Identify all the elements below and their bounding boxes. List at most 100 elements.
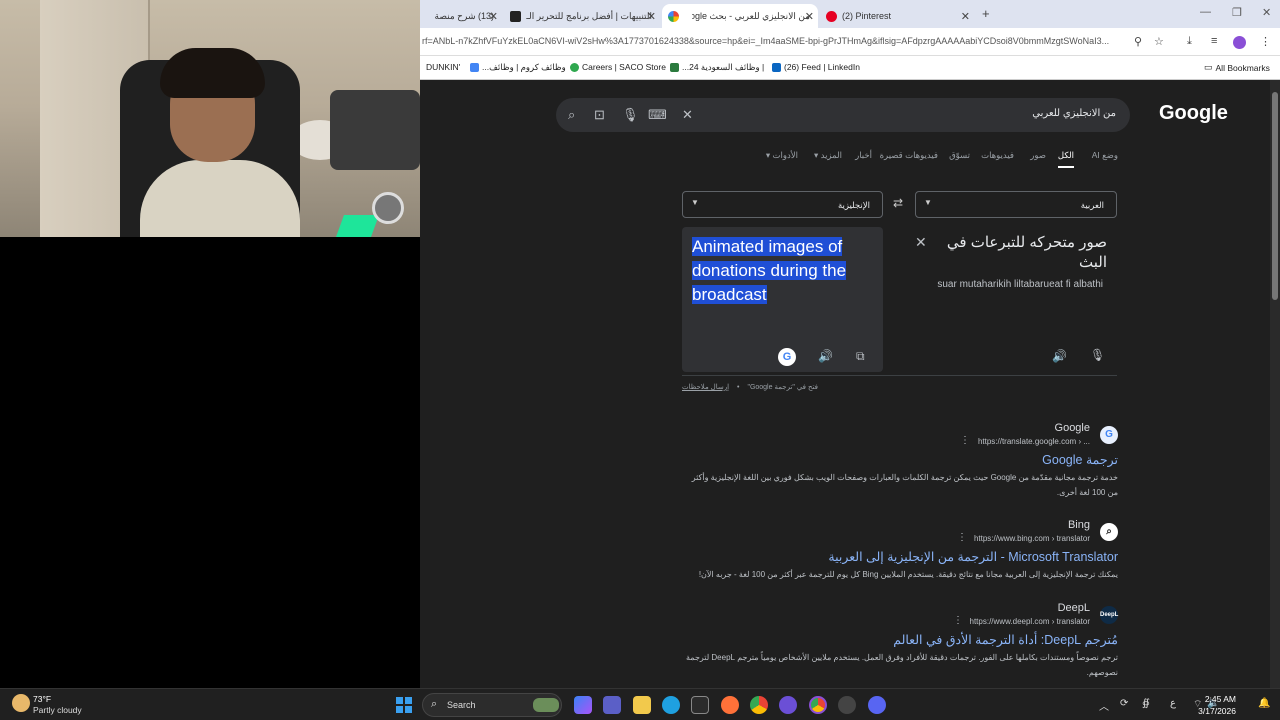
profile-avatar-icon[interactable] [1233, 36, 1246, 49]
new-tab-icon[interactable]: + [982, 6, 990, 21]
bookmark-dunkin[interactable]: DUNKIN' [426, 62, 460, 72]
menu-kebab-icon[interactable]: ⋮ [1260, 35, 1271, 48]
clock-date[interactable]: 3/17/2026 [1198, 706, 1236, 716]
tab-2-label: التنبيهات | أفضل برنامج للتحرير الـ [526, 10, 652, 21]
bookmark-linkedin[interactable]: (26) Feed | LinkedIn [772, 62, 860, 72]
search-highlight-icon [533, 698, 559, 712]
result-title-link[interactable]: Microsoft Translator - الترجمة من الإنجل… [828, 549, 1118, 564]
listen-translation-icon[interactable]: 🔊 [818, 349, 833, 363]
window-close-icon[interactable]: ✕ [1262, 6, 1271, 19]
notification-bell-icon[interactable]: 🔔 [1258, 698, 1270, 709]
all-bookmarks[interactable]: ▭ All Bookmarks [1204, 62, 1270, 73]
location-icon[interactable]: ⚲ [1134, 35, 1142, 48]
tab-2[interactable]: التنبيهات | أفضل برنامج للتحرير الـ ✕ [504, 4, 660, 28]
close-icon[interactable]: ✕ [489, 10, 498, 23]
clock-time[interactable]: 2:45 AM [1205, 694, 1236, 704]
source-language-select[interactable]: ▼ العربية [915, 191, 1117, 218]
target-language-select[interactable]: ▼ الإنجليزية [682, 191, 883, 218]
windows-start-icon[interactable] [396, 697, 412, 713]
google-favicon-icon [668, 10, 679, 22]
taskbar-search[interactable]: ⌕ Search [422, 693, 562, 717]
result-url[interactable]: https://www.deepl.com › translator [970, 617, 1091, 626]
more-options-icon[interactable]: ⋮ [957, 532, 967, 543]
open-in-translate-link[interactable]: فتح في "ترجمة Google" [747, 384, 818, 391]
bookmark-chrome-jobs[interactable]: ...وظائف كروم | وظائف [470, 62, 566, 73]
obs-icon[interactable] [779, 696, 797, 714]
more-options-icon[interactable]: ⋮ [960, 435, 970, 446]
result-url[interactable]: https://www.bing.com › translator [974, 534, 1090, 543]
close-icon[interactable]: ✕ [647, 10, 656, 23]
tray-app-icon[interactable]: ∯ [1142, 698, 1150, 709]
swap-languages-icon[interactable]: ⇄ [893, 196, 903, 210]
search-filter-tabs: وضع AI الكل صور فيديوهات تسوّق فيديوهات … [756, 150, 1118, 168]
teams-icon[interactable] [603, 696, 621, 714]
tab-tools[interactable]: الأدوات ▾ [766, 150, 798, 161]
google-g-icon[interactable]: G [778, 348, 796, 366]
download-icon[interactable]: ⤓ [1187, 35, 1192, 48]
windows-taskbar: 73°F Partly cloudy ⌕ Search ︿ ⟳ ∯ ع ⌔ 🔈 … [0, 688, 1280, 720]
listen-source-icon[interactable]: 🔊 [1052, 349, 1067, 363]
tab-4-label: (2) Pinterest [842, 11, 892, 21]
copilot-icon[interactable] [574, 696, 592, 714]
translated-text[interactable]: Animated images of donations during the … [692, 235, 872, 307]
search-input[interactable]: من الانجليزي للعربي [1032, 108, 1116, 119]
result-title-link[interactable]: مُترجم DeepL: أداة الترجمة الأدق في العا… [893, 632, 1118, 647]
clear-search-icon[interactable]: ✕ [682, 107, 693, 123]
tab-news[interactable]: أخبار [855, 150, 872, 161]
webcam-person-body [140, 160, 300, 237]
lens-icon[interactable]: ⊡ [594, 107, 605, 123]
result-site-name[interactable]: Bing [1068, 519, 1090, 531]
clear-source-icon[interactable]: ✕ [915, 234, 927, 251]
chrome-icon[interactable] [750, 696, 768, 714]
result-title-link[interactable]: ترجمة Google [1042, 452, 1118, 467]
tab-shopping[interactable]: تسوّق [949, 150, 970, 161]
scrollbar-thumb[interactable] [1272, 92, 1278, 300]
tab-all[interactable]: الكل [1057, 150, 1074, 168]
bookmark-saudi-jobs[interactable]: ...وظائف السعودية 24 | [670, 62, 764, 73]
tab-favicon-icon [510, 10, 521, 22]
close-icon[interactable]: ✕ [805, 10, 814, 23]
tray-app-icon[interactable]: ⟳ [1120, 698, 1128, 709]
chevron-up-icon[interactable]: ︿ [1099, 698, 1109, 713]
tab-ai-mode[interactable]: وضع AI [1092, 150, 1118, 161]
keyboard-icon[interactable]: ⌨ [648, 107, 667, 123]
reading-list-icon[interactable]: ≡ [1211, 35, 1217, 47]
search-box[interactable]: ⌕ ⊡ 🎙 ⌨ ✕ من الانجليزي للعربي [556, 98, 1130, 132]
chevron-down-icon: ▼ [924, 198, 932, 207]
result-site-name[interactable]: Google [1055, 422, 1090, 434]
translate-footer: فتح في "ترجمة Google" • إرسال ملاحظات [682, 383, 882, 391]
close-icon[interactable]: ✕ [961, 10, 970, 23]
input-language[interactable]: ع [1170, 698, 1176, 709]
file-explorer-icon[interactable] [633, 696, 651, 714]
result-site-name[interactable]: DeepL [1058, 602, 1090, 614]
chatgpt-icon[interactable] [838, 696, 856, 714]
edge-icon[interactable] [662, 696, 680, 714]
tab-short-videos[interactable]: فيديوهات قصيرة [880, 150, 938, 161]
voice-input-icon[interactable]: 🎙 [1090, 348, 1105, 362]
tab-1[interactable]: (13) شرح منصة ✕ [420, 4, 502, 28]
copy-icon[interactable]: ⧉ [856, 349, 865, 364]
result-url[interactable]: https://translate.google.com › ... [978, 437, 1090, 446]
discord-icon[interactable] [868, 696, 886, 714]
more-options-icon[interactable]: ⋮ [953, 615, 963, 626]
send-feedback-link[interactable]: إرسال ملاحظات [682, 384, 729, 391]
search-icon: ⌕ [431, 698, 438, 710]
firefox-icon[interactable] [721, 696, 739, 714]
microphone-icon[interactable]: 🎙 [622, 107, 639, 123]
address-bar[interactable]: rf=ANbL-n7kZhfVFuYzkEL0aCN6VI-wiV2sHw%3A… [420, 32, 1130, 52]
source-text-input[interactable]: صور متحركه للتبرعات في البث [935, 233, 1107, 273]
tab-4[interactable]: (2) Pinterest ✕ [820, 4, 974, 28]
store-icon[interactable] [691, 696, 709, 714]
maximize-icon[interactable]: ❐ [1232, 6, 1242, 19]
bookmark-favicon-icon [570, 62, 579, 72]
bookmark-star-icon[interactable]: ☆ [1154, 35, 1164, 48]
tab-3-active[interactable]: من الانجليزي للعربي - بحث Google ✕ [662, 4, 818, 28]
tab-videos[interactable]: فيديوهات [981, 150, 1014, 161]
bookmark-saco[interactable]: Careers | SACO Store [570, 62, 666, 72]
tab-more[interactable]: المزيد ▾ [814, 150, 842, 161]
google-logo[interactable]: Google [1159, 102, 1228, 125]
tab-images[interactable]: صور [1030, 150, 1046, 161]
chrome-profile-icon[interactable] [809, 696, 827, 714]
minimize-icon[interactable]: — [1200, 6, 1211, 18]
search-icon[interactable]: ⌕ [568, 107, 575, 123]
